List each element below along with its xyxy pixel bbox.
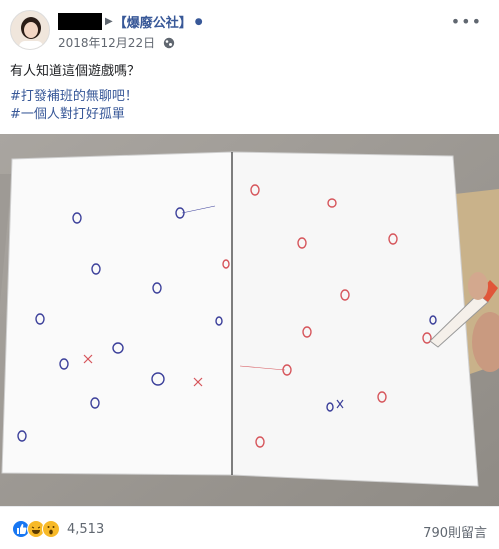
page-name-link[interactable]: 【爆廢公社】 xyxy=(114,12,192,31)
post-timestamp[interactable]: 2018年12月22日 xyxy=(58,34,155,51)
comment-count-link[interactable]: 790則留言 xyxy=(423,522,487,541)
redacted-name xyxy=(58,13,102,30)
separator-dot-icon: ● xyxy=(194,16,203,27)
shared-arrow-icon: ▶ xyxy=(105,16,113,27)
reaction-count[interactable]: 4,513 xyxy=(67,522,104,537)
author-line: ▶ 【爆廢公社】 ● xyxy=(58,12,203,31)
post-footer: 4,513 790則留言 xyxy=(0,506,499,549)
hashtag-link[interactable]: #一個人對打好孤單 xyxy=(10,106,490,124)
avatar[interactable] xyxy=(10,10,50,50)
post-body: 有人知道這個遊戲嗎？ xyxy=(10,64,141,79)
reaction-summary[interactable]: 4,513 xyxy=(12,520,104,538)
hashtag-link[interactable]: #打發補班的無聊吧！ xyxy=(10,88,490,106)
post-photo[interactable] xyxy=(0,134,499,506)
more-options-icon[interactable]: ••• xyxy=(451,12,482,31)
post-meta: 2018年12月22日 xyxy=(58,34,175,51)
post-text: 有人知道這個遊戲嗎？ #打發補班的無聊吧！ #一個人對打好孤單 xyxy=(10,63,490,124)
wow-icon xyxy=(42,520,60,538)
post-header: ▶ 【爆廢公社】 ● 2018年12月22日 ••• xyxy=(10,10,490,54)
hashtag-list: #打發補班的無聊吧！ #一個人對打好孤單 xyxy=(10,88,490,124)
globe-icon[interactable] xyxy=(163,37,175,49)
